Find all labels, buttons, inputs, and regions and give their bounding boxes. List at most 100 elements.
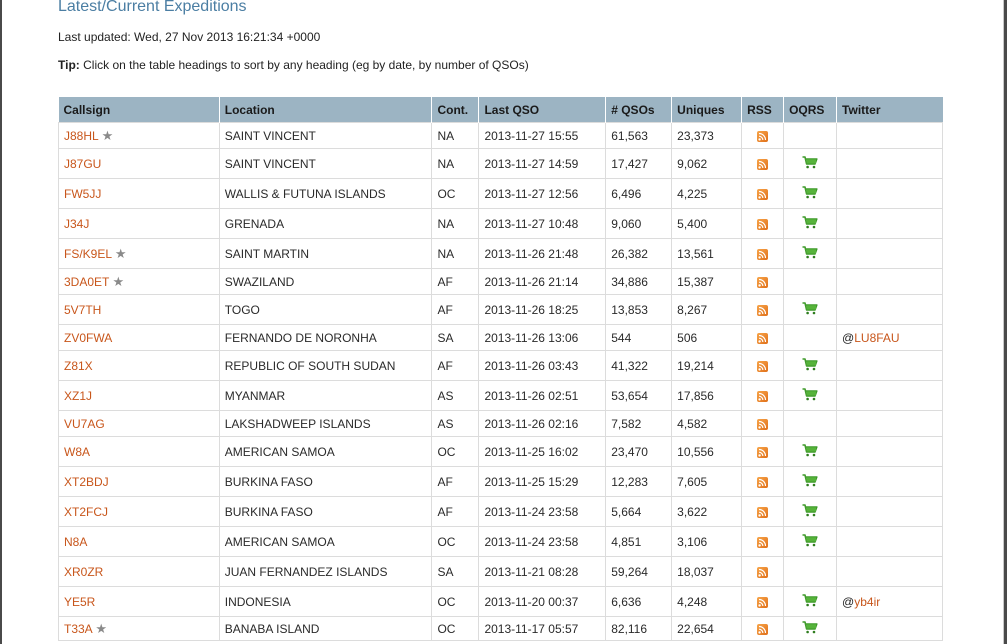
- cell-continent: NA: [431, 148, 480, 179]
- cell-last-qso: 2013-11-26 02:16: [478, 410, 607, 437]
- header-uniques[interactable]: Uniques: [671, 97, 742, 123]
- rss-feed-icon[interactable]: [757, 566, 769, 578]
- header-last-qso[interactable]: Last QSO: [478, 97, 606, 123]
- cell-last-qso: 2013-11-27 14:59: [478, 148, 607, 179]
- table-row: J88HL ★ SAINT VINCENT NA 2013-11-27 15:55 61…: [58, 122, 943, 149]
- cell-oqrs: [783, 324, 838, 351]
- cell-last-qso: 2013-11-27 12:56: [478, 178, 607, 209]
- shopping-cart-icon[interactable]: [802, 473, 818, 490]
- callsign-link[interactable]: XR0ZR: [64, 565, 103, 579]
- shopping-cart-icon[interactable]: [802, 387, 818, 404]
- cell-twitter: @LU8FAU: [836, 324, 943, 351]
- cell-callsign: YE5R: [58, 586, 220, 617]
- shopping-cart-icon[interactable]: [802, 155, 818, 172]
- table-row: J34J GRENADA NA 2013-11-27 10:48 9,060 5,400: [58, 208, 943, 239]
- rss-feed-icon[interactable]: [757, 623, 769, 635]
- cell-twitter: [836, 268, 943, 295]
- cell-location: BURKINA FASO: [218, 466, 433, 497]
- callsign-link[interactable]: J88HL: [64, 129, 98, 143]
- cell-callsign: W8A: [58, 436, 220, 467]
- cell-location: AMERICAN SAMOA: [218, 436, 433, 467]
- rss-feed-icon[interactable]: [757, 536, 769, 548]
- callsign-link[interactable]: FS/K9EL: [64, 247, 112, 261]
- rss-feed-icon[interactable]: [757, 506, 769, 518]
- shopping-cart-icon[interactable]: [802, 301, 818, 318]
- cell-continent: OC: [431, 586, 480, 617]
- rss-feed-icon[interactable]: [757, 188, 769, 200]
- cell-oqrs: [783, 436, 838, 467]
- callsign-link[interactable]: XT2FCJ: [64, 505, 108, 519]
- header-continent[interactable]: Cont.: [431, 97, 479, 123]
- shopping-cart-icon[interactable]: [802, 503, 818, 520]
- shopping-cart-icon[interactable]: [802, 215, 818, 232]
- shopping-cart-icon[interactable]: [802, 533, 818, 550]
- cell-uniques: 3,106: [671, 526, 743, 557]
- twitter-link[interactable]: yb4ir: [854, 595, 880, 609]
- callsign-link[interactable]: VU7AG: [64, 417, 105, 431]
- callsign-link[interactable]: 5V7TH: [64, 303, 101, 317]
- cell-callsign: FW5JJ: [58, 178, 220, 209]
- table-row: W8A AMERICAN SAMOA OC 2013-11-25 16:02 23,47…: [58, 436, 943, 467]
- header-rss[interactable]: RSS: [741, 97, 784, 123]
- rss-feed-icon[interactable]: [757, 476, 769, 488]
- cell-last-qso: 2013-11-25 15:29: [478, 466, 607, 497]
- cell-oqrs: [783, 148, 838, 179]
- callsign-link[interactable]: J87GU: [64, 157, 101, 171]
- shopping-cart-icon[interactable]: [802, 245, 818, 262]
- shopping-cart-icon[interactable]: [802, 620, 818, 637]
- header-location[interactable]: Location: [218, 97, 432, 123]
- twitter-link[interactable]: LU8FAU: [854, 331, 899, 345]
- shopping-cart-icon[interactable]: [802, 443, 818, 460]
- cell-uniques: 8,267: [671, 294, 743, 325]
- cell-uniques: 4,225: [671, 178, 743, 209]
- cell-rss: [741, 268, 785, 295]
- callsign-link[interactable]: YE5R: [64, 595, 95, 609]
- cell-uniques: 23,373: [671, 122, 743, 149]
- rss-feed-icon[interactable]: [757, 390, 769, 402]
- callsign-link[interactable]: 3DA0ET: [64, 275, 109, 289]
- shopping-cart-icon[interactable]: [802, 357, 818, 374]
- header-twitter[interactable]: Twitter: [836, 97, 943, 123]
- table-row: FS/K9EL ★ SAINT MARTIN NA 2013-11-26 21:48 2…: [58, 238, 943, 269]
- cell-uniques: 19,214: [671, 350, 743, 381]
- cell-oqrs: [783, 526, 838, 557]
- cell-uniques: 22,654: [671, 616, 743, 641]
- cell-last-qso: 2013-11-24 23:58: [478, 496, 607, 527]
- callsign-link[interactable]: T33A: [64, 622, 92, 636]
- cell-location: REPUBLIC OF SOUTH SUDAN: [218, 350, 433, 381]
- rss-feed-icon[interactable]: [757, 276, 769, 288]
- header-oqrs[interactable]: OQRS: [783, 97, 837, 123]
- callsign-link[interactable]: N8A: [64, 535, 87, 549]
- callsign-link[interactable]: XZ1J: [64, 389, 92, 403]
- rss-feed-icon[interactable]: [757, 332, 769, 344]
- cell-callsign: XR0ZR: [58, 556, 220, 587]
- callsign-link[interactable]: Z81X: [64, 359, 93, 373]
- cell-uniques: 7,605: [671, 466, 743, 497]
- cell-uniques: 506: [671, 324, 743, 351]
- cell-qsos: 544: [605, 324, 673, 351]
- rss-feed-icon[interactable]: [757, 360, 769, 372]
- shopping-cart-icon[interactable]: [802, 185, 818, 202]
- rss-feed-icon[interactable]: [757, 596, 769, 608]
- cell-qsos: 41,322: [605, 350, 673, 381]
- shopping-cart-icon[interactable]: [802, 593, 818, 610]
- cell-rss: [741, 616, 785, 641]
- callsign-link[interactable]: W8A: [64, 445, 90, 459]
- rss-feed-icon[interactable]: [757, 218, 769, 230]
- callsign-link[interactable]: XT2BDJ: [64, 475, 109, 489]
- callsign-link[interactable]: FW5JJ: [64, 187, 101, 201]
- rss-feed-icon[interactable]: [757, 304, 769, 316]
- header-callsign[interactable]: Callsign: [58, 97, 220, 123]
- callsign-link[interactable]: ZV0FWA: [64, 331, 112, 345]
- cell-continent: AF: [431, 268, 480, 295]
- rss-feed-icon[interactable]: [757, 446, 769, 458]
- header-qsos[interactable]: # QSOs: [605, 97, 672, 123]
- rss-feed-icon[interactable]: [757, 248, 769, 260]
- callsign-link[interactable]: J34J: [64, 217, 89, 231]
- rss-feed-icon[interactable]: [757, 158, 769, 170]
- rss-feed-icon[interactable]: [757, 130, 769, 142]
- rss-feed-icon[interactable]: [757, 418, 769, 430]
- cell-qsos: 5,664: [605, 496, 673, 527]
- cell-qsos: 61,563: [605, 122, 673, 149]
- tip-label: Tip:: [58, 58, 80, 72]
